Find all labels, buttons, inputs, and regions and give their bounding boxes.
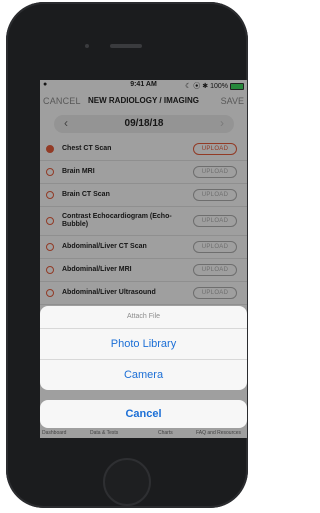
- phone-device: ● 9:41 AM ☾ ⦿ ✱ 100% CANCEL NEW RADIOLOG…: [6, 2, 248, 508]
- action-sheet-cancel-button[interactable]: Cancel: [40, 400, 247, 428]
- camera-button[interactable]: Camera: [40, 360, 247, 390]
- home-button[interactable]: [103, 458, 151, 506]
- action-sheet-title: Attach File: [40, 306, 247, 329]
- action-sheet-cancel-group: Cancel: [40, 400, 247, 428]
- photo-library-button[interactable]: Photo Library: [40, 329, 247, 360]
- app-screen: ● 9:41 AM ☾ ⦿ ✱ 100% CANCEL NEW RADIOLOG…: [40, 80, 247, 438]
- action-sheet: Attach File Photo Library Camera: [40, 306, 247, 390]
- front-camera: [85, 44, 89, 48]
- earpiece-speaker: [110, 44, 142, 48]
